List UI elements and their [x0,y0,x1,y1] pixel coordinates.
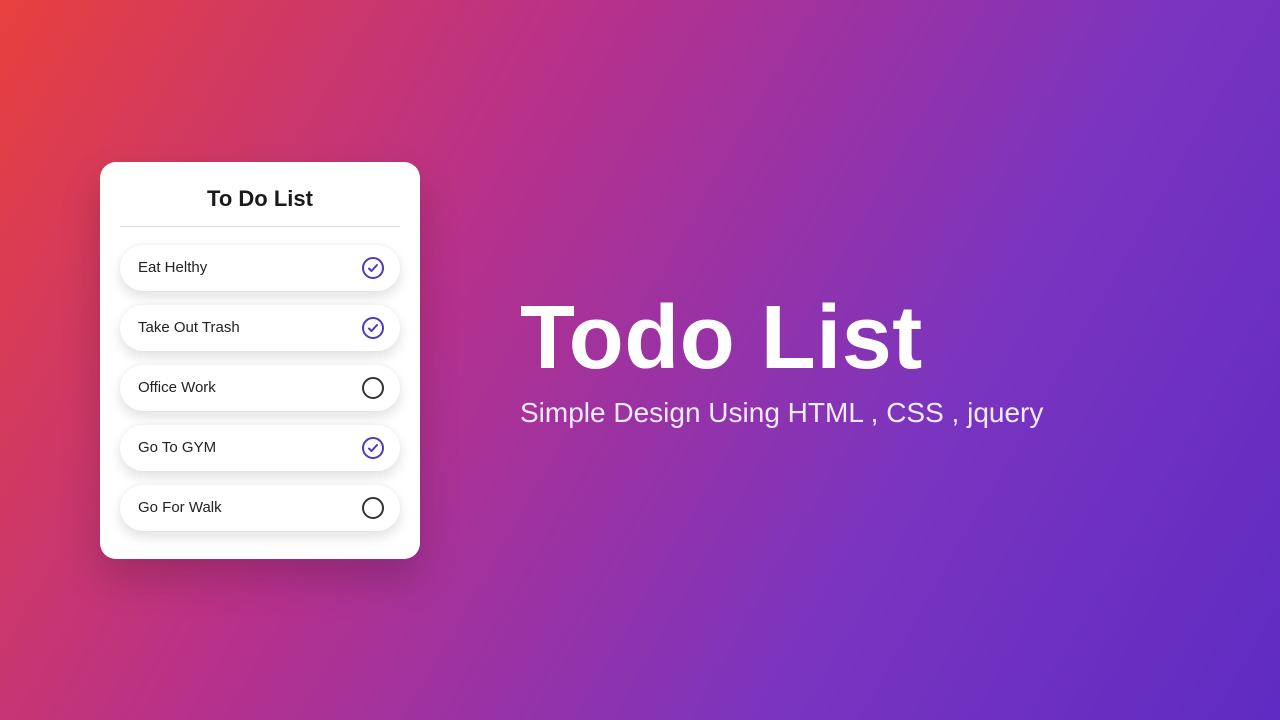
check-circle-icon[interactable] [362,317,384,339]
check-circle-icon[interactable] [362,437,384,459]
todo-item-label: Go For Walk [138,499,222,516]
circle-icon[interactable] [362,377,384,399]
todo-item[interactable]: Go To GYM [120,425,400,471]
todo-item[interactable]: Go For Walk [120,485,400,531]
todo-list: Eat Helthy Take Out Trash Office Work Go To… [120,245,400,531]
todo-item-label: Eat Helthy [138,259,207,276]
todo-item[interactable]: Office Work [120,365,400,411]
hero-text: Todo List Simple Design Using HTML , CSS… [520,291,1043,430]
hero-title: Todo List [520,291,1043,386]
todo-item[interactable]: Take Out Trash [120,305,400,351]
todo-item-label: Office Work [138,379,216,396]
check-circle-icon[interactable] [362,257,384,279]
card-title: To Do List [120,186,400,227]
circle-icon[interactable] [362,497,384,519]
todo-item-label: Take Out Trash [138,319,240,336]
todo-item[interactable]: Eat Helthy [120,245,400,291]
hero-subtitle: Simple Design Using HTML , CSS , jquery [520,397,1043,429]
todo-card: To Do List Eat Helthy Take Out Trash Offic… [100,162,420,559]
todo-item-label: Go To GYM [138,439,216,456]
